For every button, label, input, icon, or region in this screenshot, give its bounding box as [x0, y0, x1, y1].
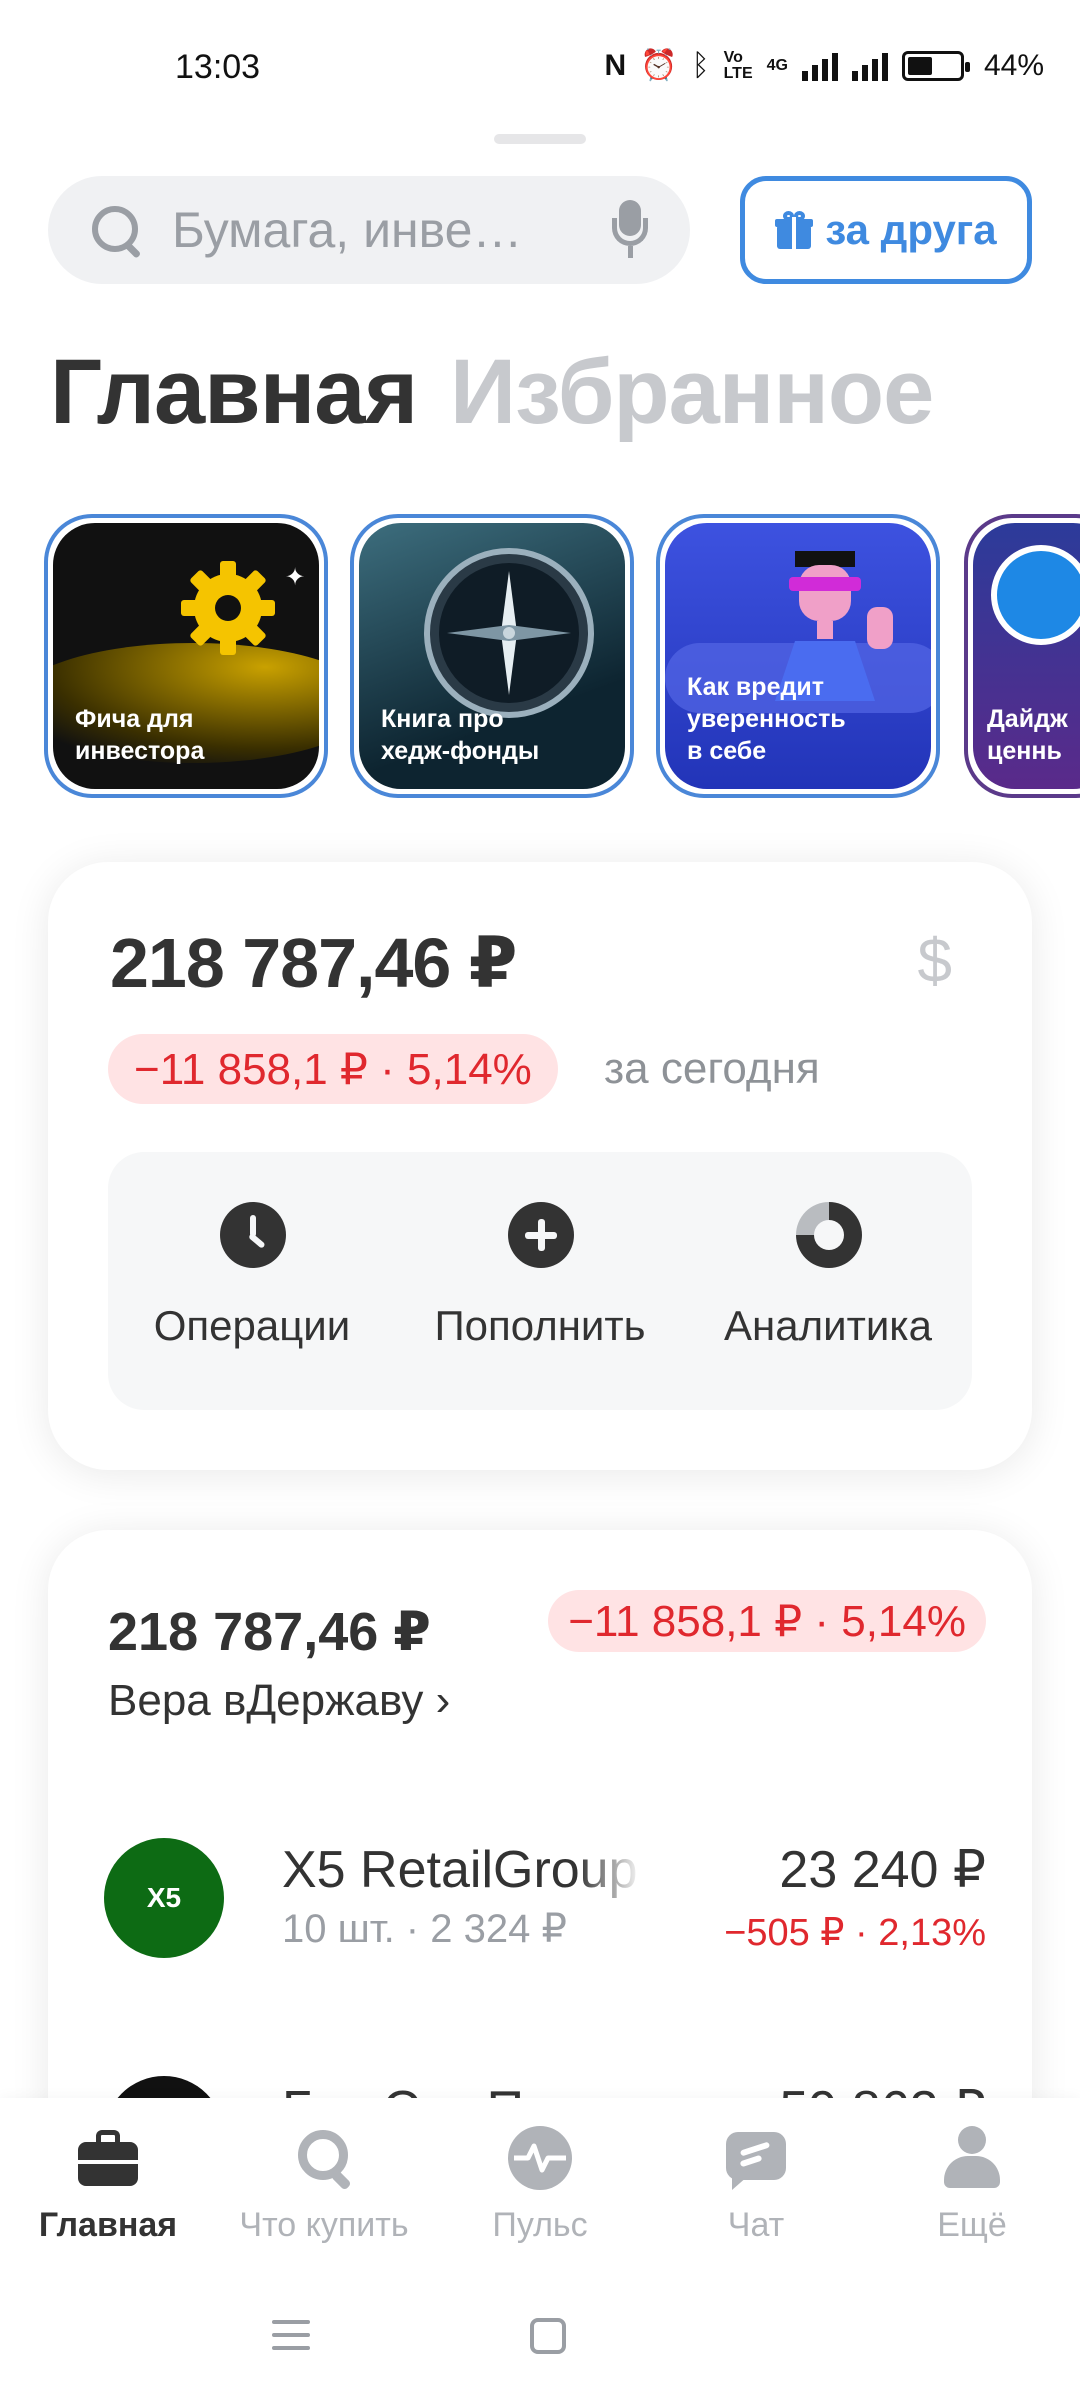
position-name[interactable]: X5 RetailGroup — [282, 1840, 642, 1900]
bluetooth-icon: ᛒ — [691, 48, 710, 82]
volte-icon: Vo LTE — [723, 48, 753, 82]
story-card[interactable]: Как вредит уверенность в себе — [656, 514, 940, 798]
operations-button[interactable]: Операции — [108, 1152, 396, 1410]
brand-logo — [991, 545, 1080, 645]
microphone-icon[interactable] — [610, 200, 650, 260]
currency-toggle[interactable]: $ — [918, 926, 952, 997]
story-caption: Как вредит уверенность в себе — [687, 673, 846, 765]
portfolio-change: −11 858,1 ₽ · 5,14% — [134, 1044, 532, 1094]
nav-main[interactable]: Главная — [0, 2126, 216, 2245]
search-icon — [88, 202, 144, 258]
portfolio-total: 218 787,46 ₽ — [110, 924, 517, 1002]
network-type: 4G — [766, 56, 788, 74]
account-total: 218 787,46 ₽ — [108, 1602, 431, 1662]
gift-icon — [775, 211, 814, 249]
invite-friend-button[interactable]: за друга — [740, 176, 1032, 284]
battery-percent: 44% — [983, 48, 1044, 82]
status-icons: N ⏰ ᛒ Vo LTE 4G 44% — [605, 48, 1044, 83]
alarm-icon: ⏰ — [640, 49, 678, 82]
battery-icon — [901, 50, 970, 81]
compass-icon — [424, 548, 594, 718]
account-change-badge: −11 858,1 ₽ · 5,14% — [548, 1590, 986, 1652]
nav-what-to-buy[interactable]: Что купить — [216, 2126, 432, 2245]
account-change: −11 858,1 ₽ · 5,14% — [568, 1596, 966, 1646]
change-period: за сегодня — [604, 1044, 820, 1093]
nav-more[interactable]: Ещё — [864, 2126, 1080, 2245]
analytics-button[interactable]: Аналитика — [684, 1152, 972, 1410]
tab-favorites[interactable]: Избранное — [450, 340, 934, 445]
nav-pulse[interactable]: Пульс — [432, 2126, 648, 2245]
clock-icon — [220, 1202, 286, 1268]
nfc-icon: N — [604, 48, 627, 82]
system-navigation — [0, 2290, 1080, 2400]
story-card[interactable]: ✦ Фича для инвестора — [44, 514, 328, 798]
home-button[interactable] — [530, 2318, 566, 2354]
pulse-icon — [508, 2126, 572, 2190]
status-time: 13:03 — [175, 48, 261, 86]
search-bar[interactable]: Бумага, инве… — [48, 176, 690, 284]
gear-icon — [181, 561, 275, 655]
recent-apps-button[interactable] — [272, 2320, 310, 2350]
story-caption: Книга про хедж-фонды — [381, 705, 540, 765]
account-name-link[interactable]: Вера вДержаву › — [108, 1676, 450, 1726]
story-card[interactable]: Книга про хедж-фонды — [350, 514, 634, 798]
status-bar: 13:03 N ⏰ ᛒ Vo LTE 4G 44% — [0, 0, 1080, 140]
x5-logo: X5 — [104, 1838, 224, 1958]
position-value: 23 240 ₽ — [779, 1841, 986, 1899]
portfolio-change-badge: −11 858,1 ₽ · 5,14% — [108, 1034, 558, 1104]
x5-logo-text: X5 — [146, 1882, 182, 1913]
top-up-label: Пополнить — [434, 1302, 646, 1349]
portfolio-card: 218 787,46 ₽ $ −11 858,1 ₽ · 5,14% за се… — [48, 862, 1032, 1470]
position-quantity: 10 шт. · 2 324 ₽ — [282, 1907, 567, 1951]
signal-icon — [801, 51, 838, 81]
profile-icon — [940, 2126, 1004, 2190]
nav-more-label: Ещё — [937, 2206, 1007, 2244]
quick-actions: Операции Пополнить Аналитика — [108, 1152, 972, 1410]
story-caption: Фича для инвестора — [75, 705, 205, 765]
nav-what-to-buy-label: Что купить — [239, 2206, 409, 2244]
search-input[interactable]: Бумага, инве… — [172, 201, 610, 259]
invite-friend-label: за друга — [825, 206, 997, 253]
sparkle-icon: ✦ — [285, 564, 306, 591]
nav-chat-label: Чат — [727, 2206, 785, 2244]
drag-handle[interactable] — [494, 134, 586, 144]
story-caption: Дайдж ценнь — [987, 705, 1068, 765]
donut-chart-icon — [796, 1202, 862, 1268]
position-change: −505 ₽ · 2,13% — [724, 1912, 986, 1954]
nav-chat[interactable]: Чат — [648, 2126, 864, 2245]
nav-pulse-label: Пульс — [492, 2206, 588, 2244]
operations-label: Операции — [153, 1302, 351, 1349]
story-card[interactable]: Дайдж ценнь — [964, 514, 1080, 798]
tab-main[interactable]: Главная — [50, 340, 418, 445]
briefcase-icon — [76, 2126, 140, 2190]
chat-icon — [724, 2126, 788, 2190]
nav-main-label: Главная — [38, 2206, 178, 2244]
search-icon — [292, 2126, 356, 2190]
top-up-button[interactable]: Пополнить — [396, 1152, 684, 1410]
analytics-label: Аналитика — [724, 1302, 932, 1349]
plus-icon — [508, 1202, 574, 1268]
signal-icon-2 — [851, 51, 888, 81]
